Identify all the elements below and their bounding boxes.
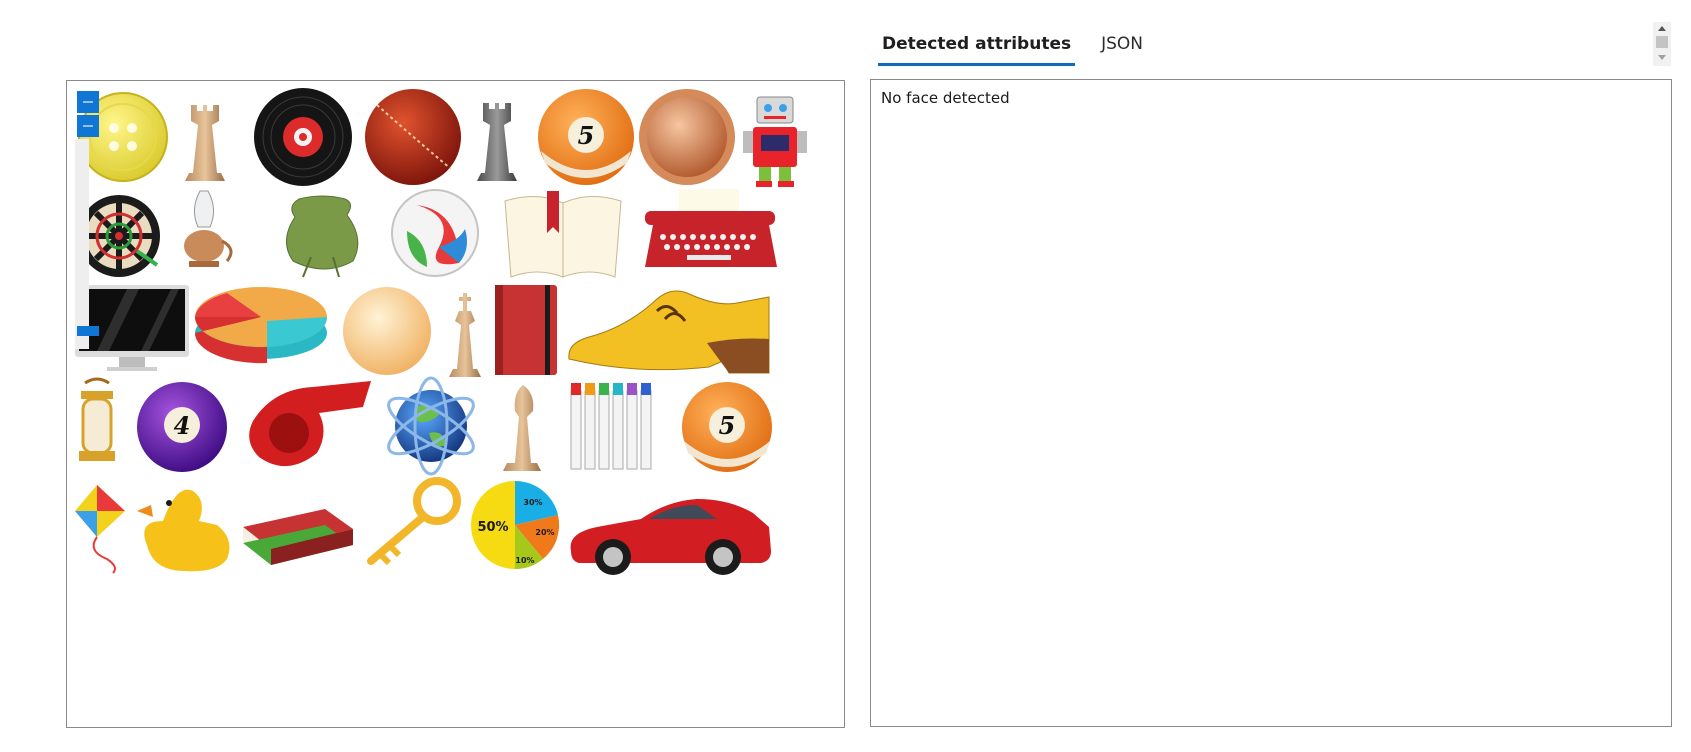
image-panel: 5 4 5 50% 30% 20% 10% (66, 80, 845, 728)
bishop-chess-piece-icon (503, 385, 541, 471)
analyzed-image: 5 4 5 50% 30% 20% 10% (75, 88, 807, 575)
red-car-icon (570, 499, 771, 575)
pie-label-30: 30% (523, 498, 542, 507)
pouch-icon (286, 195, 359, 278)
pie-chart-3d-icon (194, 287, 328, 364)
copper-coin-icon (639, 89, 735, 185)
results-message: No face detected (881, 89, 1010, 107)
open-book-icon (504, 191, 622, 278)
ball-number-label: 4 (174, 411, 191, 440)
scroll-thumb[interactable] (1656, 36, 1668, 48)
pie-label-50: 50% (477, 520, 508, 535)
markers-icon (570, 383, 652, 470)
marble-icon (391, 189, 479, 277)
rook-icon (477, 103, 517, 181)
zoom-controls (77, 91, 99, 139)
whistle-icon (249, 381, 371, 467)
zoom-out-button[interactable] (77, 115, 99, 137)
ball-number-label: 5 (719, 411, 736, 440)
pie-chart-icon: 50% 30% 20% 10% (471, 480, 560, 570)
zoom-slider-thumb[interactable] (77, 326, 99, 336)
rubber-duck-icon (137, 489, 230, 572)
billiard-ball-5-icon: 5 (538, 89, 634, 185)
tabs-scrollbar[interactable] (1653, 22, 1671, 66)
typewriter-icon (645, 189, 777, 267)
globe-icon (387, 376, 475, 476)
results-panel: No face detected (870, 79, 1672, 727)
key-icon (367, 477, 461, 566)
billiard-ball-4-icon: 4 (137, 382, 227, 472)
cricket-ball-icon (365, 89, 461, 185)
oil-lamp-icon (184, 190, 233, 267)
scroll-down-icon[interactable] (1658, 55, 1666, 60)
pie-label-20: 20% (535, 528, 554, 537)
ball-number-label: 5 (578, 121, 595, 150)
zoom-in-button[interactable] (77, 91, 99, 113)
books-icon (243, 509, 353, 565)
king-chess-piece-icon (449, 293, 481, 377)
scroll-up-icon[interactable] (1658, 26, 1666, 31)
kite-icon (75, 485, 125, 574)
shoe-icon (568, 290, 770, 374)
vinyl-record-icon (254, 88, 352, 186)
tab-json[interactable]: JSON (1097, 26, 1147, 66)
tab-detected-attributes[interactable]: Detected attributes (878, 26, 1076, 66)
billiard-ball-5-icon: 5 (682, 382, 772, 472)
rook-icon (185, 105, 225, 181)
robot-icon (743, 96, 807, 187)
results-tabs: Detected attributes JSON (878, 26, 1169, 66)
lantern-icon (79, 377, 115, 461)
ball-icon (343, 287, 431, 375)
zoom-slider-track[interactable] (75, 139, 89, 349)
pie-label-10: 10% (515, 556, 534, 565)
dartboard-icon (78, 195, 160, 277)
notebook-icon (495, 285, 557, 375)
